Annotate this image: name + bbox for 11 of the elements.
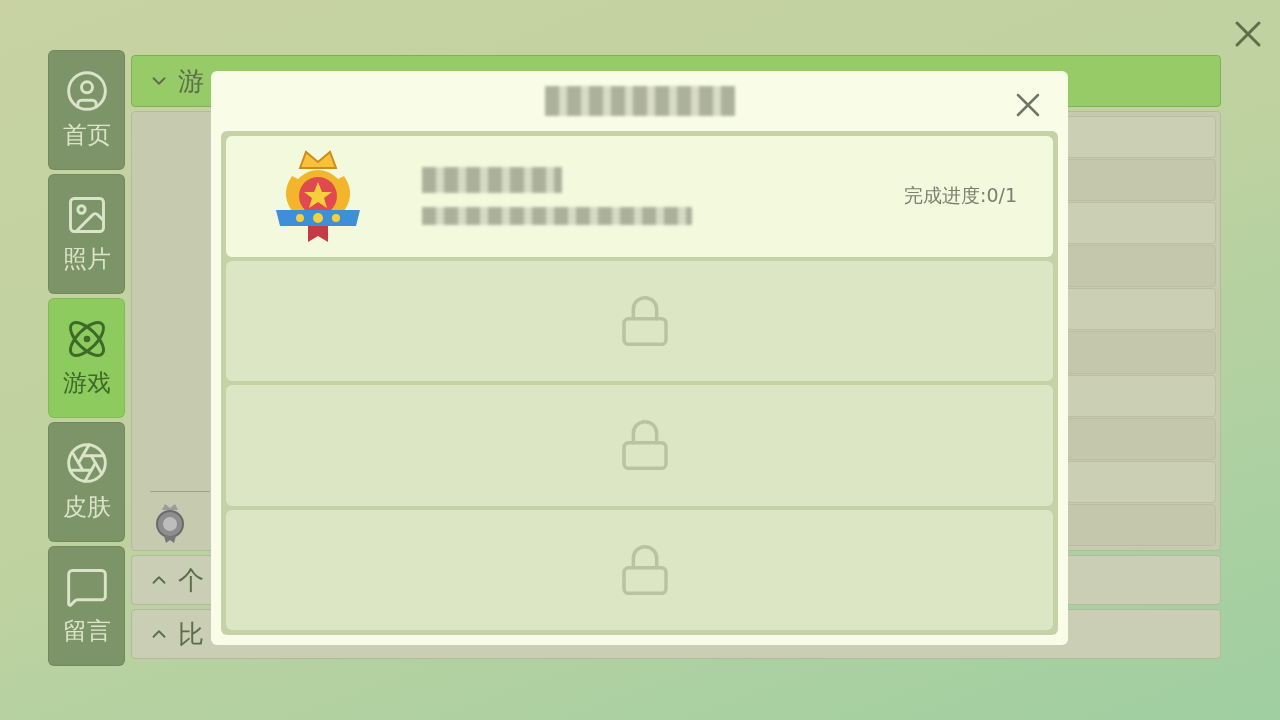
- progress-text: 完成进度:0/1: [904, 183, 1017, 209]
- sidebar-tab[interactable]: 皮肤: [48, 422, 125, 542]
- section-title: 游: [178, 64, 204, 98]
- section-title: 比: [178, 617, 204, 651]
- section-title: 个: [178, 563, 204, 597]
- tab-icon: [64, 69, 109, 113]
- sidebar-tab[interactable]: 首页: [48, 50, 125, 170]
- sidebar-tab[interactable]: 游戏: [48, 298, 125, 418]
- sidebar-tab[interactable]: 留言: [48, 546, 125, 666]
- tab-icon: [64, 441, 109, 485]
- sidebar-tab[interactable]: 照片: [48, 174, 125, 294]
